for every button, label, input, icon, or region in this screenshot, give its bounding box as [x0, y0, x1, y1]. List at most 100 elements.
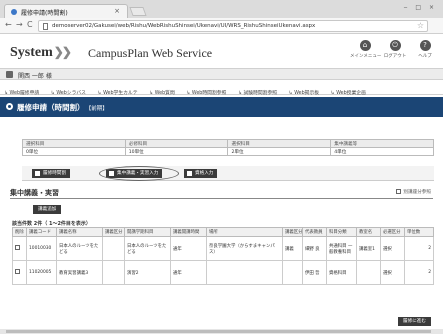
tab-button-row: 履修時間割 集中講義・実習入力 資格入力: [22, 166, 434, 181]
help-icon: ?: [419, 40, 431, 51]
table-cell: 通年: [170, 260, 207, 285]
delete-checkbox[interactable]: [15, 269, 20, 274]
menu-item-karte[interactable]: ↳ Web学生カルテ: [98, 85, 143, 96]
menu-item-syllabus[interactable]: ↳ Webシラバス: [51, 85, 91, 96]
logout-button[interactable]: ⏻ ログアウト: [380, 40, 410, 59]
forward-icon[interactable]: →: [16, 20, 23, 29]
logout-icon: ⏻: [389, 40, 401, 51]
table-cell: 演習2: [124, 260, 171, 285]
table-cell: 選択: [380, 236, 405, 261]
table-cell: 11020005: [26, 260, 57, 285]
column-header: 必選区分: [380, 227, 405, 237]
column-header: 講義名称: [56, 227, 103, 237]
menu-item-timetable[interactable]: ↳ Web時間割参照: [186, 85, 231, 96]
other-course-link-label: 別講座分参照: [403, 190, 431, 195]
bookmark-star-icon[interactable]: ☆: [417, 21, 424, 30]
menu-label: Web質問: [154, 91, 175, 96]
browser-tab-bar: 履修申請(時間割) × ‒ □ ×: [0, 0, 443, 18]
table-cell: [102, 236, 125, 261]
delete-checkbox[interactable]: [15, 245, 20, 250]
lecture-table: 削除 講義コード 講義名称 講義区分 開講学期科目 講義開講時間 場所 講義区分…: [12, 227, 434, 285]
table-row: 11020005 教育実習講義3 演習2 通年 伊田 哲 資格科目 選択 2: [12, 260, 434, 285]
menu-item-rishu[interactable]: ↳ Web履修申請: [4, 85, 44, 96]
section-title: 集中講義・実習: [10, 189, 59, 197]
column-header: 科目分類: [326, 227, 357, 237]
new-tab-button[interactable]: [129, 7, 147, 16]
summary-value: 4単位: [330, 147, 434, 156]
tab-title: 履修申請(時間割): [21, 10, 68, 17]
table-cell: [102, 260, 125, 285]
table-cell: 伊田 哲: [302, 260, 327, 285]
circle-icon: [6, 103, 13, 110]
url-field[interactable]: demoserver02/Gakusei/web/Rishu/WebRishuS…: [38, 20, 428, 32]
app-name: CampusPlan Web Service: [88, 46, 213, 60]
column-header: 教室名: [356, 227, 381, 237]
result-count: 該当件数 2件（ 1～2件目を表示）: [12, 221, 91, 227]
reload-icon[interactable]: C: [27, 20, 33, 29]
back-icon[interactable]: ←: [5, 20, 12, 29]
section-divider: [10, 198, 433, 199]
menu-item-question[interactable]: ↳ Web質問: [149, 85, 180, 96]
summary-header: 必修科目: [124, 139, 229, 148]
menu-label: Webシラバス: [56, 91, 86, 96]
browser-tab[interactable]: 履修申請(時間割) ×: [4, 4, 128, 18]
app-header: System❯❯ CampusPlan Web Service ⌂ メインメニュ…: [0, 35, 443, 67]
column-header: 講義区分: [102, 227, 125, 237]
logout-label: ログアウト: [383, 54, 407, 59]
menu-item-plan[interactable]: ↳ Web授業企画: [331, 85, 371, 96]
user-bar: 関西 一郎 様: [0, 68, 443, 80]
column-header: 講義コード: [26, 227, 57, 237]
add-lecture-button[interactable]: 講義追加: [33, 205, 62, 214]
logo-text: System: [10, 45, 53, 60]
scrollbar-thumb[interactable]: [6, 330, 431, 333]
table-row: 10010030 日本人のルーツをたどる 日本人のルーツをたどる 通年 奈良学園…: [12, 236, 434, 261]
menu-label: Web学生カルテ: [103, 91, 138, 96]
summary-header: 選択科目: [227, 139, 332, 148]
qualification-tab-button[interactable]: 資格入力: [184, 169, 218, 178]
highlight-oval: [99, 166, 179, 181]
column-header: 単位数: [404, 227, 434, 237]
url-text: demoserver02/Gakusei/web/Rishu/WebRishuS…: [52, 23, 316, 29]
menu-label: Web履修申請: [9, 91, 40, 96]
main-menu-bar: ↳ Web履修申請 ↳ Webシラバス ↳ Web学生カルテ ↳ Web質問 ↳…: [0, 81, 443, 96]
table-cell: 日本人のルーツをたどる: [124, 236, 171, 261]
page-title: 履修申請（時間割） 【前期】: [17, 102, 108, 113]
menu-item-board[interactable]: ↳ Web掲示板: [289, 85, 324, 96]
delete-cell: [12, 236, 27, 261]
table-cell: 奈良学園大学（からすまキャンパス）: [206, 236, 283, 261]
main-content: 選択科目 必修科目 選択科目 集中講義等 0単位 10単位 2単位 4単位 履修…: [0, 117, 443, 334]
table-header-row: 削除 講義コード 講義名称 講義区分 開講学期科目 講義開講時間 場所 講義区分…: [12, 227, 434, 237]
table-cell: [206, 260, 283, 285]
summary-value: 0単位: [22, 147, 126, 156]
proceed-button[interactable]: 履修に進む: [398, 317, 431, 326]
table-cell: [282, 260, 303, 285]
menu-item-exam[interactable]: ↳ 試験時間割参照: [238, 85, 282, 96]
grid-icon: [35, 171, 40, 176]
table-cell: 日本人のルーツをたどる: [56, 236, 103, 261]
user-name: 関西 一郎 様: [18, 73, 52, 80]
page-title-term: 【前期】: [88, 106, 108, 112]
column-header: 講義区分: [282, 227, 303, 237]
column-header: 代表教員: [302, 227, 327, 237]
menu-label: 試験時間割参照: [243, 91, 278, 96]
logo-chevrons: ❯❯: [53, 45, 72, 59]
horizontal-scrollbar[interactable]: [0, 329, 443, 334]
favicon-icon: [11, 9, 17, 15]
table-cell: 教育実習講義3: [56, 260, 103, 285]
table-cell: 講義室1: [356, 236, 381, 261]
house-icon: ⌂: [359, 40, 371, 51]
timetable-tab-label: 履修時間割: [43, 171, 66, 176]
help-button[interactable]: ? ヘルプ: [410, 40, 440, 59]
close-tab-icon[interactable]: ×: [114, 7, 120, 15]
menu-label: Web掲示板: [294, 91, 320, 96]
window-controls[interactable]: ‒ □ ×: [404, 4, 437, 11]
table-cell: 通年: [170, 236, 207, 261]
table-cell: 共通科目 一般教養科目: [326, 236, 357, 261]
delete-cell: [12, 260, 27, 285]
other-course-link[interactable]: 別講座分参照: [396, 189, 431, 195]
page-title-bar: 履修申請（時間割） 【前期】: [0, 97, 443, 117]
main-menu-button[interactable]: ⌂ メインメニュー: [350, 40, 381, 59]
timetable-tab-button[interactable]: 履修時間割: [32, 169, 70, 178]
summary-value: 10単位: [124, 147, 229, 156]
qualification-tab-label: 資格入力: [195, 171, 214, 176]
